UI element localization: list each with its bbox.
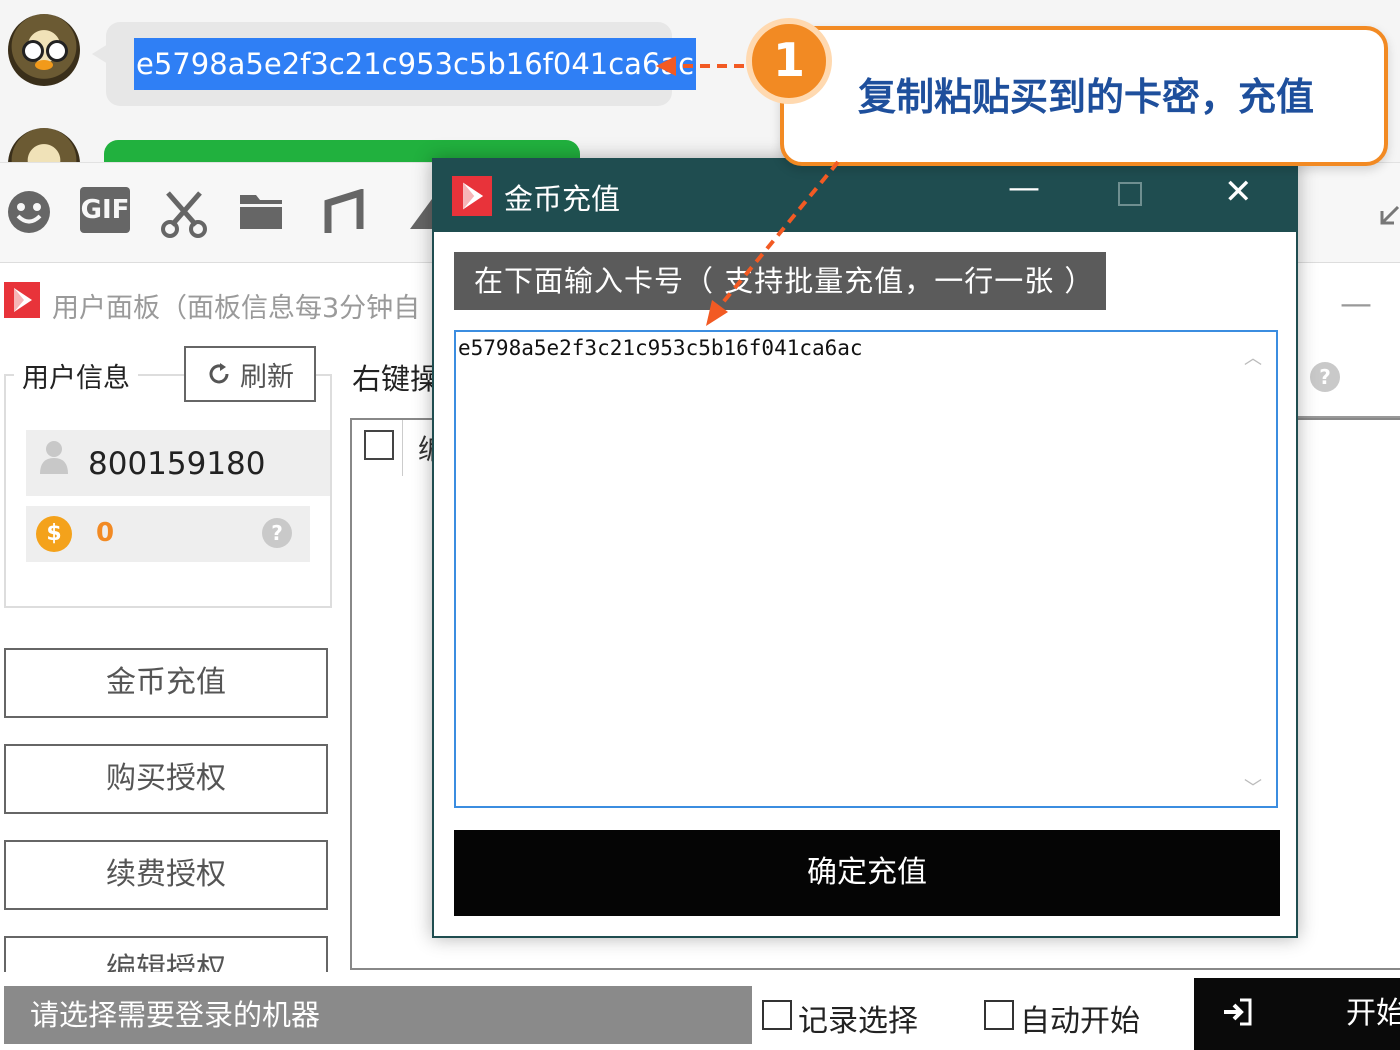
dialog-close-button[interactable]: ✕ bbox=[1224, 172, 1253, 212]
selected-message-text[interactable]: e5798a5e2f3c21c953c5b16f041ca6ac bbox=[134, 38, 697, 90]
edit-license-button[interactable]: 编辑授权 bbox=[4, 936, 328, 974]
app-logo-icon bbox=[4, 282, 40, 318]
scroll-down-icon[interactable]: ﹀ bbox=[1244, 774, 1262, 800]
list-column-header: 编 bbox=[418, 428, 432, 468]
smile-icon[interactable] bbox=[6, 189, 52, 235]
dialog-title: 金币充值 bbox=[504, 182, 621, 216]
dialog-hint: 在下面输入卡号（ 支持批量充值，一行一张 ） bbox=[454, 252, 1106, 310]
panel-divider bbox=[1298, 416, 1400, 418]
music-icon[interactable] bbox=[322, 189, 366, 235]
refresh-icon bbox=[209, 363, 229, 384]
login-icon bbox=[1224, 998, 1252, 1026]
start-label: 开始 bbox=[1346, 996, 1400, 1031]
coin-icon: $ bbox=[36, 516, 72, 552]
coin-help-icon[interactable]: ? bbox=[262, 518, 292, 548]
refresh-label: 刷新 bbox=[240, 361, 294, 393]
gif-icon[interactable]: GIF bbox=[80, 187, 130, 233]
confirm-recharge-button[interactable]: 确定充值 bbox=[454, 830, 1280, 916]
coin-recharge-button[interactable]: 金币充值 bbox=[4, 648, 328, 718]
dialog-maximize-button[interactable] bbox=[1118, 182, 1142, 206]
user-icon bbox=[40, 441, 68, 474]
select-all-checkbox[interactable] bbox=[364, 430, 394, 460]
card-number-textarea[interactable] bbox=[454, 330, 1278, 808]
step-number-badge: 1 bbox=[746, 18, 832, 104]
panel-title: 用户面板（面板信息每3分钟自 bbox=[52, 293, 421, 324]
collapse-icon[interactable] bbox=[1378, 203, 1400, 229]
userinfo-label: 用户信息 bbox=[14, 356, 138, 395]
refresh-button[interactable]: 刷新 bbox=[184, 346, 316, 402]
dialog-minimize-button[interactable]: — bbox=[1008, 168, 1040, 206]
panel-minimize-button[interactable]: — bbox=[1340, 284, 1372, 322]
right-click-label: 右键操 bbox=[352, 362, 432, 396]
renew-license-button[interactable]: 续费授权 bbox=[4, 840, 328, 910]
record-selection-label: 记录选择 bbox=[798, 1004, 918, 1039]
scissors-icon[interactable] bbox=[160, 189, 208, 239]
card-number-text[interactable]: e5798a5e2f3c21c953c5b16f041ca6ac bbox=[458, 336, 863, 360]
folder-icon[interactable] bbox=[238, 189, 284, 231]
sender-avatar[interactable] bbox=[8, 14, 80, 86]
scroll-up-icon[interactable]: ︿ bbox=[1244, 344, 1262, 370]
auto-start-checkbox[interactable] bbox=[984, 1000, 1014, 1030]
avatar-eye-left bbox=[22, 40, 44, 62]
dialog-logo-icon bbox=[452, 176, 492, 216]
machine-select-status[interactable]: 请选择需要登录的机器 bbox=[4, 986, 752, 1044]
column-separator bbox=[402, 420, 403, 476]
buy-license-button[interactable]: 购买授权 bbox=[4, 744, 328, 814]
auto-start-label: 自动开始 bbox=[1020, 1004, 1140, 1039]
panel-help-icon[interactable]: ? bbox=[1310, 362, 1340, 392]
callout-text: 复制粘贴买到的卡密，充值 bbox=[858, 75, 1315, 119]
avatar-eye-right bbox=[46, 40, 68, 62]
user-id: 800159180 bbox=[88, 446, 266, 482]
record-selection-checkbox[interactable] bbox=[762, 1000, 792, 1030]
coin-balance: 0 bbox=[96, 518, 115, 548]
avatar-beak bbox=[35, 60, 53, 70]
